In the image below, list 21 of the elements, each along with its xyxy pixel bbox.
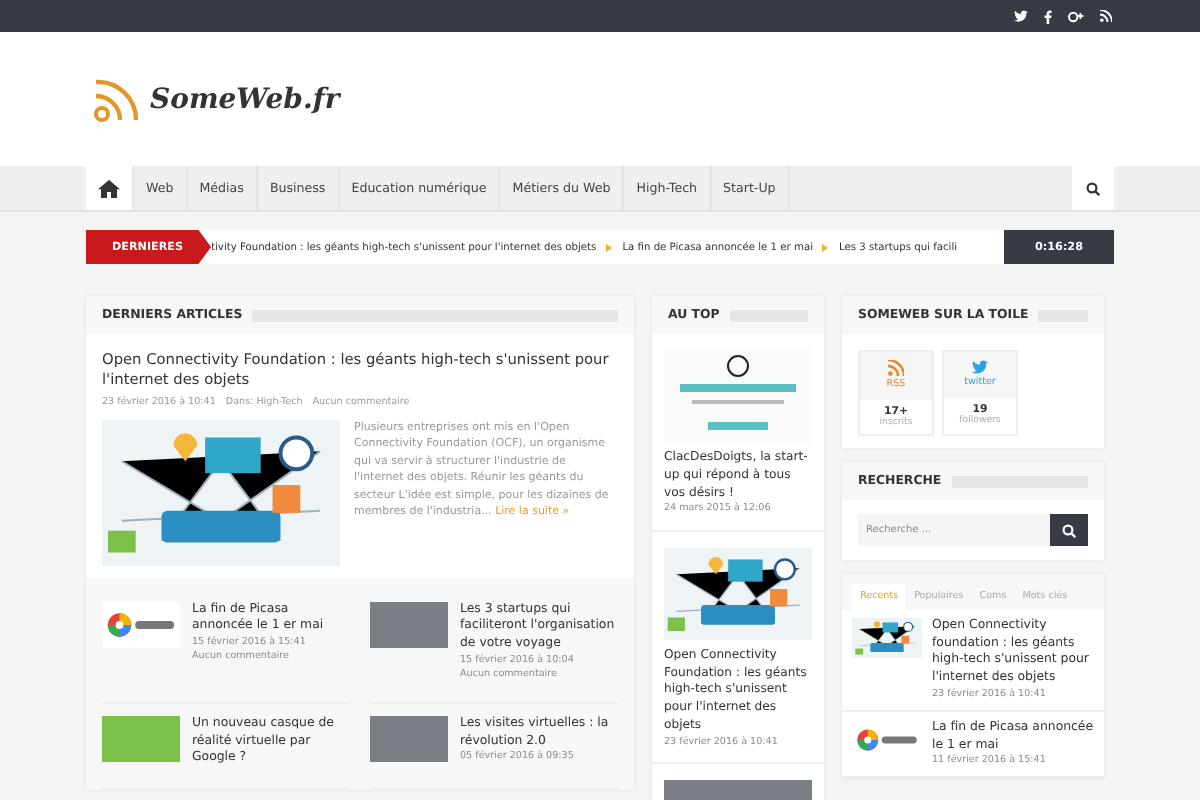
photo-placeholder <box>370 601 448 648</box>
google-plus-icon[interactable] <box>1068 9 1084 23</box>
banner-image <box>102 716 180 763</box>
facebook-icon[interactable] <box>1044 9 1052 23</box>
home-icon <box>98 179 120 197</box>
twitter-icon[interactable] <box>1014 10 1028 22</box>
bullet-icon <box>606 243 613 251</box>
bullet-icon <box>822 243 829 251</box>
search-icon <box>1086 181 1100 195</box>
photo-placeholder <box>370 716 448 763</box>
bird-icon <box>972 360 988 374</box>
site-logo-text[interactable]: SomeWeb.fr <box>150 83 340 115</box>
rss-icon <box>888 360 904 376</box>
search-button[interactable] <box>1072 166 1114 210</box>
rss-icon[interactable] <box>1100 10 1112 22</box>
connected-devices-illustration <box>852 618 922 658</box>
picasa-logo-image <box>102 601 180 648</box>
rss-logo-icon <box>92 75 142 123</box>
home-nav-item[interactable] <box>86 166 134 210</box>
search-button[interactable] <box>1050 514 1088 546</box>
search-icon <box>1062 523 1076 537</box>
